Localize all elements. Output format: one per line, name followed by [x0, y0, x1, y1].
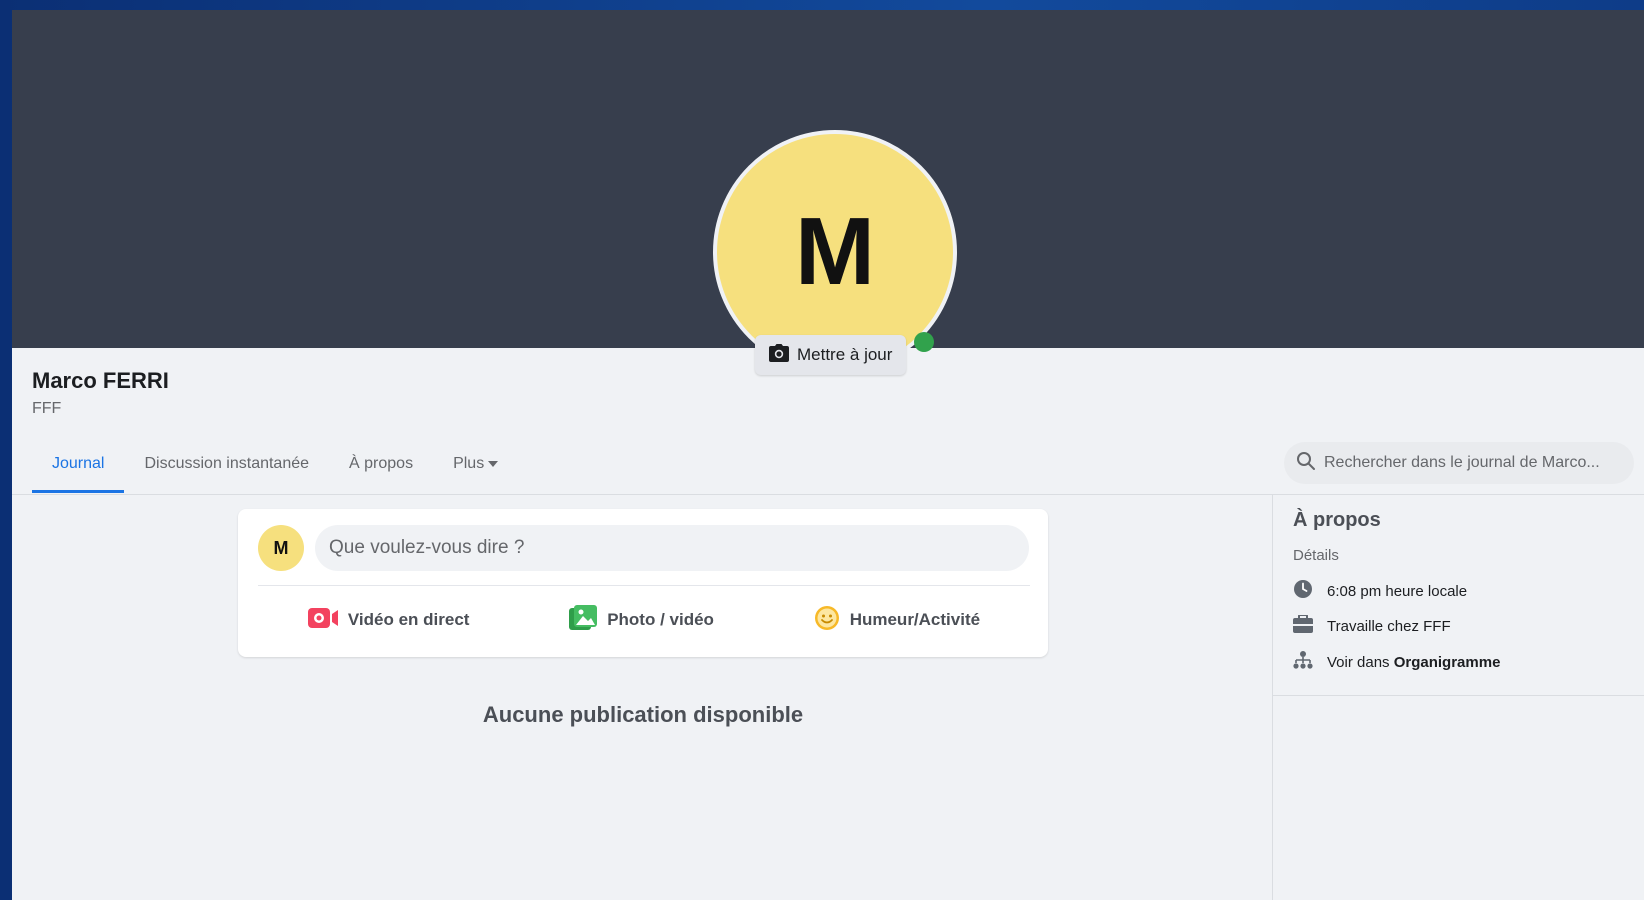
- live-video-label: Vidéo en direct: [347, 610, 470, 629]
- tab-instant-discussion[interactable]: Discussion instantanée: [124, 435, 329, 493]
- journal-search-input[interactable]: Rechercher dans le journal de Marco...: [1284, 442, 1634, 484]
- profile-subtitle: FFF: [32, 400, 62, 417]
- live-video-icon: [307, 607, 338, 634]
- local-time-text: 6:08 pm heure locale: [1327, 582, 1468, 600]
- camera-icon: [769, 343, 789, 367]
- composer-actions: Vidéo en direct Photo / vidéo Humeur/Act…: [258, 593, 1030, 647]
- org-chart-text: Voir dans Organigramme: [1327, 654, 1500, 671]
- mood-activity-button[interactable]: Humeur/Activité: [798, 597, 996, 644]
- search-icon: [1296, 451, 1316, 476]
- about-divider: [1273, 695, 1644, 696]
- profile-tabs: Journal Discussion instantanée À propos …: [32, 435, 518, 493]
- post-composer: M Que voulez-vous dire ? Vidéo en direct…: [238, 509, 1048, 657]
- search-placeholder: Rechercher dans le journal de Marco...: [1324, 454, 1600, 471]
- caret-down-icon: [488, 461, 499, 467]
- desktop-frame: M Mettre à jour Marco FERRI FFF Journal …: [0, 0, 1644, 900]
- org-chart-prefix: Voir dans: [1327, 653, 1394, 671]
- photo-icon: [569, 604, 598, 636]
- org-chart-icon: [1293, 651, 1313, 673]
- about-title: À propos: [1293, 509, 1381, 531]
- empty-feed-message: Aucune publication disponible: [482, 702, 804, 727]
- photo-video-button[interactable]: Photo / vidéo: [553, 597, 730, 644]
- live-video-button[interactable]: Vidéo en direct: [292, 599, 486, 642]
- tab-about[interactable]: À propos: [329, 435, 433, 493]
- local-time-item: 6:08 pm heure locale: [1293, 579, 1467, 603]
- about-sidebar: À propos Détails 6:08 pm heure locale Tr…: [1272, 495, 1644, 900]
- work-item: Travaille chez FFF: [1293, 614, 1451, 637]
- smiley-icon: [814, 605, 840, 636]
- tab-label: À propos: [349, 455, 414, 472]
- composer-placeholder: Que voulez-vous dire ?: [329, 537, 525, 558]
- tab-more[interactable]: Plus: [433, 435, 518, 493]
- briefcase-icon: [1293, 614, 1313, 637]
- tab-label: Plus: [453, 455, 485, 472]
- composer-input[interactable]: Que voulez-vous dire ?: [315, 525, 1029, 571]
- profile-name: Marco FERRI: [32, 368, 169, 393]
- profile-avatar-initial: M: [795, 198, 875, 305]
- work-text: Travaille chez FFF: [1327, 617, 1451, 635]
- update-photo-button[interactable]: Mettre à jour: [755, 335, 907, 375]
- tab-label: Journal: [52, 455, 105, 472]
- update-photo-label: Mettre à jour: [797, 345, 893, 364]
- org-chart-item[interactable]: Voir dans Organigramme: [1293, 651, 1500, 673]
- profile-window: M Mettre à jour Marco FERRI FFF Journal …: [12, 10, 1644, 900]
- tab-journal[interactable]: Journal: [32, 435, 125, 493]
- composer-avatar[interactable]: M: [258, 525, 304, 571]
- org-chart-link[interactable]: Organigramme: [1394, 654, 1501, 671]
- about-details-heading: Détails: [1293, 547, 1339, 564]
- mood-activity-label: Humeur/Activité: [849, 610, 981, 629]
- composer-divider: [258, 585, 1030, 586]
- tab-label: Discussion instantanée: [144, 455, 310, 472]
- photo-video-label: Photo / vidéo: [607, 610, 714, 629]
- online-status-indicator: [914, 332, 934, 352]
- clock-icon: [1293, 579, 1313, 603]
